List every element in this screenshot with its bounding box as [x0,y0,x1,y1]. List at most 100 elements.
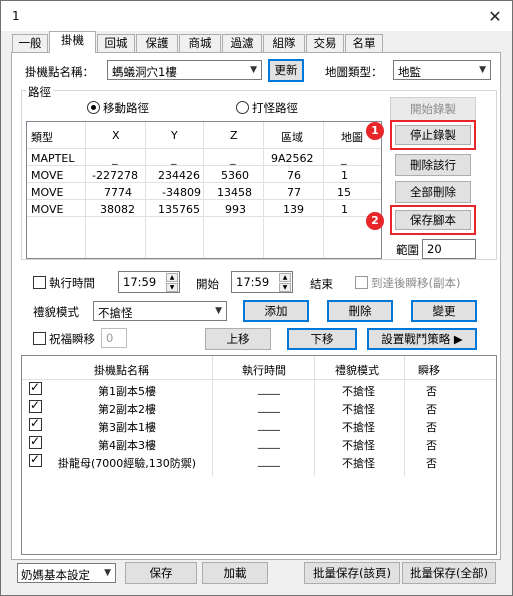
window-title: 1 [12,9,20,23]
spinner-down-icon[interactable]: ▼ [279,283,291,292]
table-cell: 7774 [104,186,132,199]
start-record-button[interactable]: 開始錄製 [390,97,476,121]
list-item-mode: 不搶怪 [342,385,375,398]
tab-shop[interactable]: 商城 [179,34,221,52]
column-header-mode: 禮貌模式 [335,364,379,377]
teleport-label: 到達後瞬移(副本) [371,276,461,290]
delete-row-button[interactable]: 刪除該行 [395,154,471,176]
mode-value: 不搶怪 [98,306,133,320]
table-cell: 77 [287,186,301,199]
list-item-teleport: 否 [426,421,437,434]
table-cell: 5360 [221,169,249,182]
list-item-checkbox[interactable] [29,434,42,449]
list-item-time: ____ [258,436,280,449]
end-time-spinner[interactable]: 17:59 ▲ ▼ [231,271,293,293]
table-cell: 1 [341,203,348,216]
list-item-teleport: 否 [426,457,437,470]
bless-teleport-label: 祝福瞬移 [49,332,95,346]
table-cell: 76 [287,169,301,182]
table-cell: -227278 [92,169,138,182]
table-cell: _ [171,152,177,165]
fight-path-radio[interactable] [236,101,249,114]
table-cell: MOVE [31,186,64,199]
table-cell: 1 [341,169,348,182]
map-type-label: 地圖類型： [325,65,383,79]
tab-party[interactable]: 組隊 [263,34,305,52]
list-item-mode: 不搶怪 [342,439,375,452]
close-icon[interactable]: ✕ [477,2,513,31]
map-type-select[interactable]: 地監 ▼ [393,60,491,80]
list-item-checkbox[interactable] [29,416,42,431]
list-item-mode: 不搶怪 [342,457,375,470]
delete-button[interactable]: 刪除 [327,300,393,322]
chevron-down-icon: ▼ [250,65,257,75]
tab-general[interactable]: 一般 [12,34,48,52]
tab-trade[interactable]: 交易 [306,34,344,52]
tab-auto[interactable]: 掛機 [49,31,96,53]
batch-save-page-button[interactable]: 批量保存(該頁) [304,562,400,584]
save-script-button[interactable]: 保存腳本 [395,210,471,230]
step-badge-1: 1 [366,122,384,140]
stop-record-button[interactable]: 停止錄製 [395,125,471,145]
list-item-name: 掛龍母(7000經驗,130防禦) [58,457,197,470]
load-button[interactable]: 加載 [202,562,268,584]
list-item-name: 第2副本2樓 [98,403,156,416]
tab-return-town[interactable]: 回城 [97,34,135,52]
start-time-spinner[interactable]: 17:59 ▲ ▼ [118,271,180,293]
table-cell: 234426 [158,169,200,182]
table-cell: _ [112,152,118,165]
fight-path-label: 打怪路徑 [252,101,298,115]
batch-save-all-button[interactable]: 批量保存(全部) [402,562,496,584]
move-path-radio[interactable] [87,101,100,114]
bless-teleport-checkbox[interactable] [33,332,46,345]
bless-teleport-input[interactable]: 0 [101,328,127,348]
spot-name-select[interactable]: 螞蟻洞穴1樓 ▼ [107,60,262,80]
table-cell: 15 [337,186,351,199]
mode-select[interactable]: 不搶怪 ▼ [93,301,227,321]
tab-filter[interactable]: 過濾 [222,34,262,52]
teleport-checkbox[interactable] [355,276,368,289]
list-item-teleport: 否 [426,439,437,452]
list-item-time: ____ [258,454,280,467]
list-item-time: ____ [258,382,280,395]
column-header-z: Z [230,129,238,142]
preset-select[interactable]: 奶媽基本設定 ▼ [17,563,116,583]
list-item-mode: 不搶怪 [342,403,375,416]
list-item-checkbox[interactable] [29,380,42,395]
set-strategy-button[interactable]: 設置戰鬥策略 ▶ [367,328,477,350]
table-cell: 13458 [217,186,252,199]
list-item-teleport: 否 [426,385,437,398]
path-table[interactable]: 類型 X Y Z 區域 地圖 MAPTEL _ _ _ 9A2562 _ MOV… [26,121,382,259]
list-item-checkbox[interactable] [29,398,42,413]
tab-protect[interactable]: 保護 [136,34,178,52]
tab-list[interactable]: 名單 [345,34,383,52]
table-cell: -34809 [162,186,201,199]
spot-list[interactable]: 掛機點名稱 執行時間 禮貌模式 瞬移 第1副本5樓 ____ 不搶怪 否 第2副… [21,355,497,555]
list-item-checkbox[interactable] [29,452,42,467]
spot-name-value: 螞蟻洞穴1樓 [112,65,177,79]
change-button[interactable]: 變更 [411,300,477,322]
exec-time-checkbox[interactable] [33,276,46,289]
range-input[interactable]: 20 [422,239,476,259]
delete-all-button[interactable]: 全部刪除 [395,181,471,203]
end-label: 結束 [310,277,333,291]
table-cell: MAPTEL [31,152,75,165]
map-type-value: 地監 [398,65,421,79]
save-button[interactable]: 保存 [125,562,197,584]
table-cell: MOVE [31,203,64,216]
spinner-up-icon[interactable]: ▲ [166,273,178,282]
list-item-name: 第1副本5樓 [98,385,156,398]
add-button[interactable]: 添加 [243,300,309,322]
list-item-name: 第4副本3樓 [98,439,156,452]
table-cell: 993 [225,203,246,216]
spinner-up-icon[interactable]: ▲ [279,273,291,282]
spinner-down-icon[interactable]: ▼ [166,283,178,292]
move-down-button[interactable]: 下移 [287,328,357,350]
table-cell: 135765 [158,203,200,216]
chevron-down-icon: ▼ [479,65,486,75]
chevron-down-icon: ▼ [104,568,111,578]
table-cell: 9A2562 [271,152,314,165]
move-up-button[interactable]: 上移 [205,328,271,350]
column-header-y: Y [171,129,178,142]
update-button[interactable]: 更新 [268,59,304,82]
